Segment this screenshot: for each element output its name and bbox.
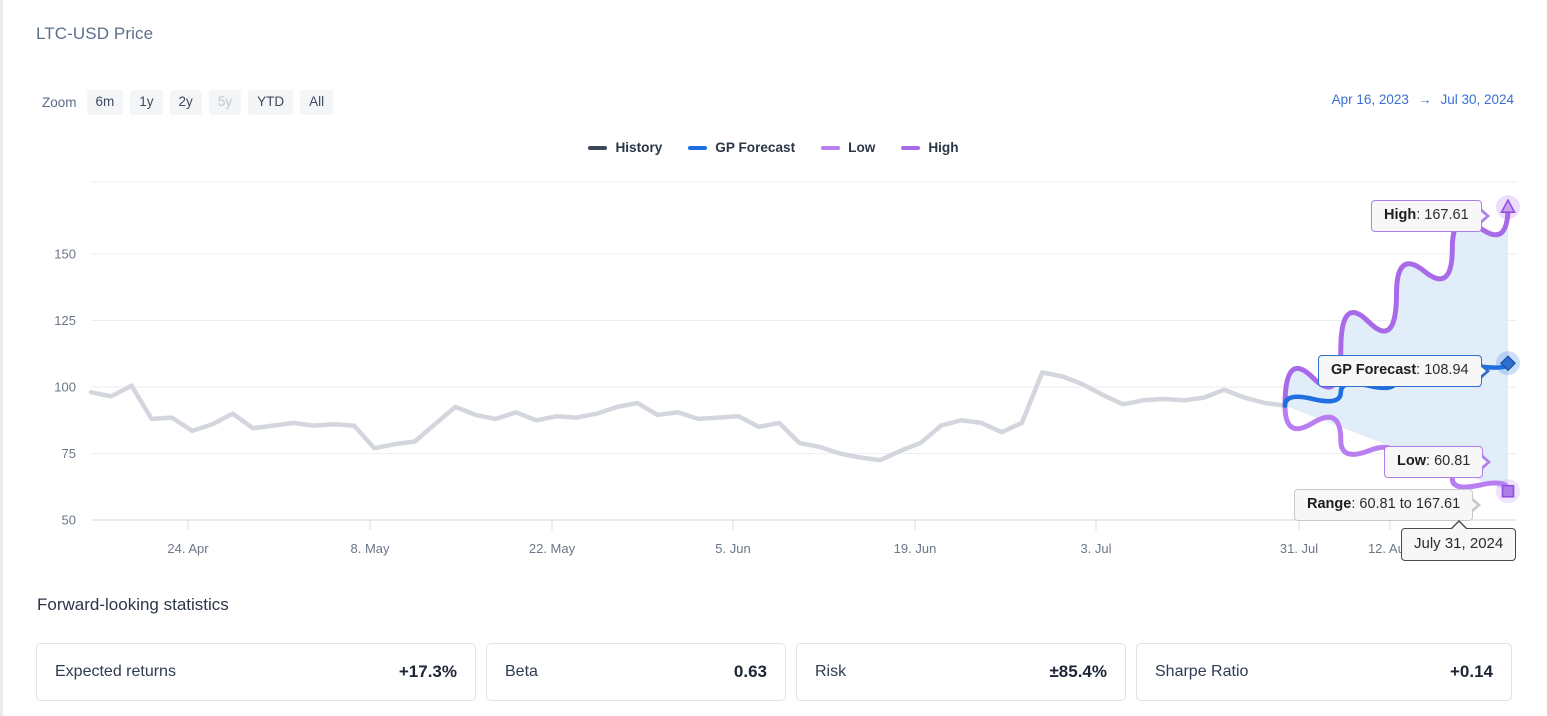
stat-card-risk: Risk ±85.4% [796, 643, 1126, 701]
legend-swatch-high [901, 145, 921, 150]
stat-value-sharpe-ratio: +0.14 [1449, 662, 1493, 681]
range-start-date[interactable]: Apr 16, 2023 [1332, 92, 1409, 107]
tooltip-date-value: July 31, 2024 [1414, 535, 1504, 552]
svg-text:125: 125 [54, 313, 76, 328]
svg-text:100: 100 [54, 380, 76, 395]
svg-text:8. May: 8. May [350, 541, 390, 556]
stat-label-expected-returns: Expected returns [55, 663, 176, 680]
svg-text:5. Jun: 5. Jun [715, 541, 750, 556]
zoom-control-group: Zoom 6m 1y 2y 5y YTD All [42, 90, 334, 115]
svg-text:50: 50 [62, 513, 76, 528]
tooltip-low-value: 60.81 [1434, 453, 1471, 469]
zoom-button-all[interactable]: All [300, 90, 334, 115]
tooltip-notch-icon [1449, 520, 1468, 529]
tooltip-low-label: Low [1397, 453, 1426, 469]
legend-label-history: History [615, 140, 663, 155]
tooltip-tail-icon [1478, 363, 1490, 380]
svg-text:75: 75 [62, 446, 76, 461]
stats-section-title: Forward-looking statistics [37, 595, 229, 614]
range-end-date[interactable]: Jul 30, 2024 [1440, 92, 1514, 107]
stat-card-beta: Beta 0.63 [486, 643, 786, 701]
tooltip-tail-icon [1480, 454, 1492, 471]
legend-item-history[interactable]: History [588, 140, 662, 155]
svg-text:31. Jul: 31. Jul [1280, 541, 1318, 556]
legend-label-gp-forecast: GP Forecast [715, 140, 796, 155]
stat-label-risk: Risk [815, 663, 847, 680]
legend-item-low[interactable]: Low [821, 140, 875, 155]
zoom-button-6m[interactable]: 6m [86, 90, 124, 115]
tooltip-high: High: 167.61 [1371, 200, 1490, 233]
stat-value-beta: 0.63 [733, 662, 767, 681]
chart-legend: History GP Forecast Low High [0, 140, 1547, 155]
zoom-button-2y[interactable]: 2y [169, 90, 202, 115]
ltc-price-forecast-panel: LTC-USD Price Zoom 6m 1y 2y 5y YTD All A… [0, 0, 1547, 716]
legend-label-low: Low [848, 140, 876, 155]
history-line [88, 370, 1288, 463]
range-arrow-icon: → [1417, 92, 1432, 107]
legend-item-gp-forecast[interactable]: GP Forecast [688, 140, 795, 155]
tooltip-gp-forecast-label: GP Forecast [1331, 362, 1417, 378]
svg-text:24. Apr: 24. Apr [167, 541, 209, 556]
stat-value-expected-returns: +17.3% [398, 662, 457, 681]
stat-label-beta: Beta [505, 663, 538, 680]
tooltip-low: Low: 60.81 [1384, 446, 1492, 479]
legend-item-high[interactable]: High [901, 140, 959, 155]
zoom-label: Zoom [42, 94, 77, 110]
date-range-display: Apr 16, 2023 → Jul 30, 2024 [1332, 92, 1514, 107]
tooltip-range-value: 60.81 to 167.61 [1359, 496, 1461, 512]
page-title: LTC-USD Price [36, 24, 154, 43]
stat-card-expected-returns: Expected returns +17.3% [36, 643, 476, 701]
legend-label-high: High [928, 140, 959, 155]
tooltip-tail-icon [1470, 497, 1482, 514]
tooltip-tail-icon [1478, 208, 1490, 225]
stat-value-risk: ±85.4% [1049, 662, 1107, 681]
zoom-button-1y[interactable]: 1y [130, 90, 163, 115]
chart-gridlines [91, 181, 1516, 521]
x-axis: 24. Apr 8. May 22. May 5. Jun 19. Jun 3. Jul 3… [167, 520, 1412, 556]
tooltip-gp-forecast-value: 108.94 [1424, 362, 1469, 378]
tooltip-range: Range: 60.81 to 167.61 [1294, 489, 1482, 522]
y-axis-labels: 50 75 100 125 150 [54, 247, 76, 528]
tooltip-range-label: Range [1307, 496, 1352, 512]
stats-card-row: Expected returns +17.3% Beta 0.63 Risk ±… [36, 643, 1512, 701]
svg-text:19. Jun: 19. Jun [894, 541, 937, 556]
stat-label-sharpe-ratio: Sharpe Ratio [1155, 663, 1249, 680]
svg-text:22. May: 22. May [529, 541, 576, 556]
tooltip-gp-forecast: GP Forecast: 108.94 [1318, 355, 1490, 388]
tooltip-high-label: High [1384, 207, 1417, 223]
legend-swatch-low [821, 145, 841, 150]
tooltip-high-value: 167.61 [1424, 207, 1469, 223]
svg-text:150: 150 [54, 247, 76, 262]
zoom-button-ytd[interactable]: YTD [248, 90, 294, 115]
svg-text:3. Jul: 3. Jul [1080, 541, 1111, 556]
tooltip-date: July 31, 2024 [1401, 520, 1517, 561]
zoom-button-5y: 5y [208, 90, 242, 115]
stat-card-sharpe-ratio: Sharpe Ratio +0.14 [1136, 643, 1512, 701]
legend-swatch-history [588, 145, 608, 150]
legend-swatch-gp-forecast [688, 145, 708, 150]
